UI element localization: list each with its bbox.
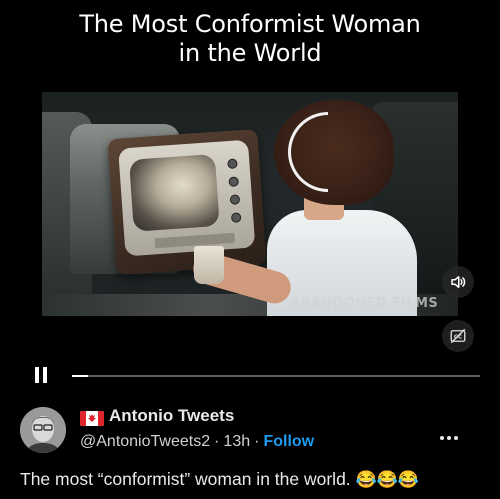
- tweet-text: The most “conformist” woman in the world…: [20, 469, 419, 490]
- captions-button[interactable]: CC: [442, 320, 474, 352]
- caption-line-1: The Most Conformist Woman: [79, 10, 421, 38]
- volume-button[interactable]: [442, 266, 474, 298]
- avatar-portrait: [20, 407, 66, 453]
- speaker-icon: [451, 276, 466, 288]
- laughing-emoji-icon: 😂😂😂: [355, 470, 420, 489]
- pause-button[interactable]: [32, 366, 50, 384]
- post-time[interactable]: 13h: [223, 433, 250, 450]
- video-watermark: ABANDONED FILMS: [290, 296, 439, 311]
- separator-dot: ·: [254, 433, 260, 450]
- follow-button[interactable]: Follow: [263, 433, 314, 450]
- canada-flag-icon: [80, 411, 104, 426]
- video-player[interactable]: The Most Conformist Woman in the World A…: [0, 0, 500, 392]
- video-progress-bar[interactable]: [72, 375, 480, 377]
- tweet-body: The most “conformist” woman in the world…: [20, 469, 351, 489]
- more-options-icon[interactable]: [437, 429, 461, 440]
- closed-captions-icon: CC: [450, 328, 466, 344]
- author-meta: @AntonioTweets2 · 13h · Follow: [80, 433, 314, 451]
- author-handle[interactable]: @AntonioTweets2: [80, 433, 210, 450]
- video-progress-fill: [72, 375, 89, 377]
- vintage-television: [107, 128, 267, 276]
- tweet: Antonio Tweets @AntonioTweets2 · 13h · Follo…: [0, 392, 500, 499]
- television-knobs: [223, 154, 247, 235]
- video-caption-title: The Most Conformist Woman in the World: [0, 10, 500, 68]
- author-name[interactable]: Antonio Tweets: [109, 406, 234, 426]
- caption-line-2: in the World: [178, 39, 322, 67]
- avatar[interactable]: [20, 407, 66, 453]
- television-bezel: [118, 139, 256, 257]
- video-frame: [42, 92, 458, 316]
- drink-cup: [194, 246, 224, 284]
- pause-icon: [35, 367, 47, 383]
- separator-dot: ·: [214, 433, 220, 450]
- television-screen: [128, 153, 220, 232]
